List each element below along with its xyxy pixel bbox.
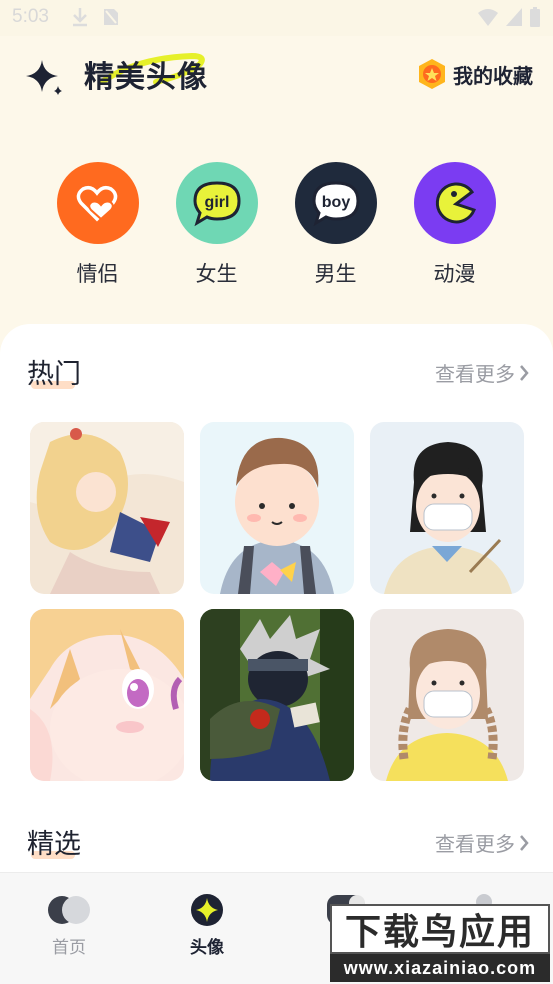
nav-label: 首页: [52, 938, 86, 958]
category-boy[interactable]: boy 男生: [276, 162, 395, 288]
toggle-home-icon: [48, 896, 90, 924]
category-label: 动漫: [433, 262, 476, 286]
avatar-grid: [30, 422, 524, 781]
svg-text:boy: boy: [321, 194, 350, 211]
category-row: 情侣 girl 女生 boy 男生 动漫: [0, 162, 553, 288]
page-title-wrap: 精美头像: [84, 52, 208, 96]
signal-icon: [506, 8, 522, 26]
watermark: 下载鸟应用 www.xiazainiao.com: [330, 904, 550, 982]
avatar-thumb[interactable]: [30, 609, 184, 781]
favorites-label: 我的收藏: [453, 63, 533, 88]
category-label: 女生: [195, 262, 238, 286]
featured-more-link[interactable]: 查看更多: [435, 828, 529, 857]
hot-more-link[interactable]: 查看更多: [435, 358, 529, 387]
avatar-thumb[interactable]: [200, 609, 354, 781]
page-title: 精美头像: [84, 60, 208, 95]
category-anime[interactable]: 动漫: [395, 162, 514, 288]
avatar-thumb[interactable]: [30, 422, 184, 594]
avatar-thumb[interactable]: [200, 422, 354, 594]
avatar-image: [30, 422, 184, 594]
sim-off-icon: [104, 9, 118, 25]
wifi-icon: [478, 9, 498, 26]
hearts-icon: [76, 185, 117, 222]
download-icon: [73, 8, 87, 27]
avatar-image: [370, 609, 524, 781]
category-circle: boy: [294, 162, 377, 244]
section-title-hot: 热门: [27, 359, 81, 390]
status-time: 5:03: [12, 6, 49, 27]
more-label: 查看更多: [435, 362, 515, 386]
girl-bubble-icon: girl: [192, 181, 241, 227]
nav-avatar[interactable]: 头像: [167, 893, 247, 958]
battery-icon: [530, 7, 540, 27]
avatar-image: [30, 609, 184, 781]
nav-label: 头像: [190, 938, 224, 958]
watermark-title: 下载鸟应用: [330, 904, 550, 954]
avatar-image: [200, 422, 354, 594]
sparkle-circle-icon: [191, 894, 223, 926]
category-label: 男生: [314, 262, 357, 286]
svg-text:girl: girl: [204, 194, 229, 211]
boy-bubble-icon: boy: [311, 181, 360, 227]
chevron-right-icon: [520, 834, 529, 851]
badge-star-icon: [419, 59, 445, 89]
content-card: 热门 查看更多 精选 查看更多: [0, 324, 553, 872]
category-couple[interactable]: 情侣: [38, 162, 157, 288]
sparkle-logo-icon: [26, 60, 62, 95]
category-circle: [413, 162, 496, 244]
nav-home[interactable]: 首页: [29, 893, 109, 958]
avatar-image: [200, 609, 354, 781]
app-header: 精美头像 我的收藏: [0, 36, 553, 116]
watermark-url: www.xiazainiao.com: [330, 954, 550, 982]
avatar-thumb[interactable]: [370, 609, 524, 781]
status-bar: 5:03: [0, 0, 553, 36]
section-title-featured: 精选: [27, 829, 81, 860]
category-circle: [56, 162, 139, 244]
favorites-button[interactable]: 我的收藏: [417, 58, 533, 90]
avatar-thumb[interactable]: [370, 422, 524, 594]
pacman-icon: [435, 182, 476, 224]
category-label: 情侣: [76, 262, 119, 286]
avatar-image: [370, 422, 524, 594]
category-circle: girl: [175, 162, 258, 244]
category-girl[interactable]: girl 女生: [157, 162, 276, 288]
chevron-right-icon: [520, 364, 529, 381]
more-label: 查看更多: [435, 832, 515, 856]
